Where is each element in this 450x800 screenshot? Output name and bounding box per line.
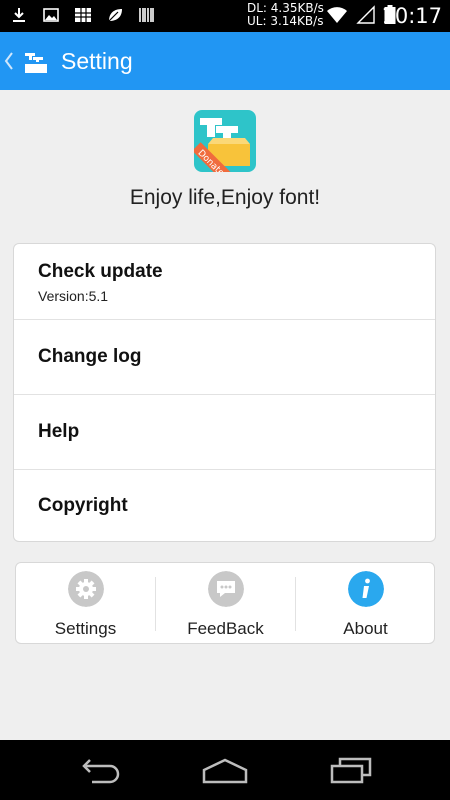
bottom-tab-bar: Settings FeedBack About [15, 562, 435, 644]
image-icon [43, 8, 59, 22]
tab-settings-label: Settings [54, 619, 117, 638]
change-log-label: Change log [38, 346, 142, 367]
gear-icon [68, 571, 104, 607]
check-update-label: Check update [38, 261, 163, 282]
recent-apps-icon[interactable] [326, 754, 376, 786]
chat-icon [208, 571, 244, 607]
grid-icon [75, 8, 91, 22]
action-bar: Setting [0, 32, 450, 90]
version-text: Version:5.1 [38, 288, 109, 304]
tab-feedback-label: FeedBack [187, 619, 264, 638]
signal-icon [356, 5, 375, 24]
network-speed: DL: 4.35KB/s UL: 3.14KB/s [247, 2, 324, 28]
page-title: Setting [61, 48, 133, 74]
tab-about[interactable]: About [296, 563, 435, 643]
check-update-row[interactable]: Check update Version:5.1 [14, 244, 435, 319]
help-row[interactable]: Help [14, 395, 435, 469]
wifi-icon [327, 7, 347, 23]
barcode-icon [139, 8, 154, 22]
change-log-row[interactable]: Change log [14, 320, 435, 394]
upload-speed: UL: 3.14KB/s [247, 14, 324, 28]
tab-about-label: About [343, 619, 388, 638]
info-icon [348, 571, 384, 607]
back-chevron-icon[interactable] [4, 51, 14, 71]
tagline: Enjoy life,Enjoy font! [129, 186, 321, 209]
settings-card: Check update Version:5.1 Change log Help… [13, 243, 436, 542]
back-icon[interactable] [76, 754, 126, 786]
help-label: Help [38, 421, 80, 442]
download-icon [13, 8, 25, 22]
clock: 10:17 [381, 4, 442, 28]
system-nav-bar [0, 740, 450, 800]
app-logo: Donate [194, 110, 256, 172]
copyright-row[interactable]: Copyright [14, 470, 435, 542]
notification-icons [10, 6, 156, 24]
status-bar: DL: 4.35KB/s UL: 3.14KB/s 10:17 [0, 0, 450, 32]
tab-feedback[interactable]: FeedBack [156, 563, 295, 643]
copyright-label: Copyright [38, 495, 128, 516]
tab-settings[interactable]: Settings [16, 563, 155, 643]
leaf-icon [108, 9, 122, 22]
app-icon[interactable] [23, 49, 49, 75]
home-icon[interactable] [200, 754, 250, 786]
